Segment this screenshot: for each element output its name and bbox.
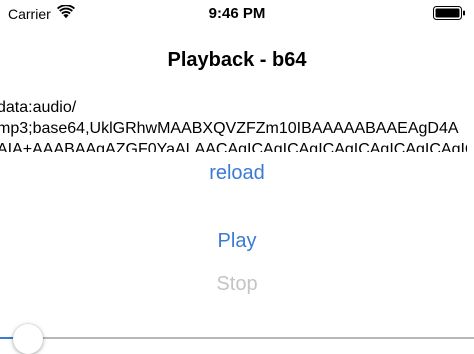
data-line-2: mp3;base64,UklGRhwMAABXQVZFZm10IBAAAAABA… <box>0 120 459 137</box>
data-line-1: data:audio/ <box>0 99 77 116</box>
reload-button[interactable]: reload <box>0 161 474 185</box>
page-title: Playback - b64 <box>167 49 307 71</box>
playback-screen: Carrier 9:46 PM Playback - b64 data:audi… <box>0 0 474 354</box>
data-line-3: AIA+AAABAAgAZGF0YaALAACAgICAgICAgICAgICA… <box>0 141 467 152</box>
battery-icon <box>433 6 465 20</box>
status-bar: Carrier 9:46 PM <box>0 0 474 28</box>
play-button[interactable]: Play <box>0 229 474 253</box>
slider-thumb[interactable] <box>13 324 43 354</box>
playback-slider[interactable] <box>0 318 474 354</box>
status-time: 9:46 PM <box>208 5 266 22</box>
stop-button[interactable]: Stop <box>0 272 474 296</box>
base64-data-text: data:audio/ mp3;base64,UklGRhwMAABXQVZFZ… <box>0 97 467 152</box>
slider-track <box>30 337 474 339</box>
